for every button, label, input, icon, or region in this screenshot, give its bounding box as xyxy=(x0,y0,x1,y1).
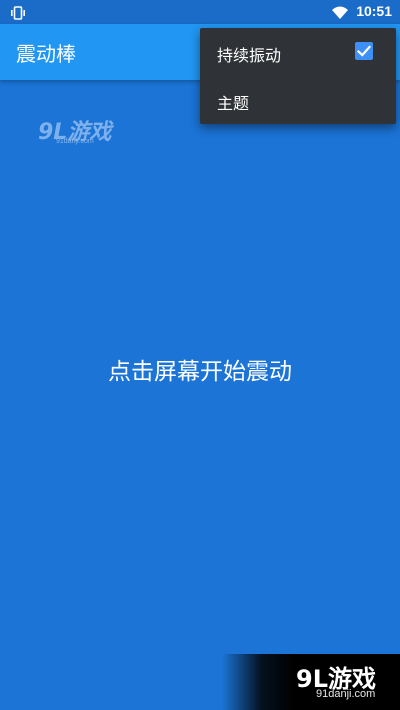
app-screen[interactable]: 10:51 震动棒 9L游戏 91danji.com 点击屏幕开始震动 持续振动… xyxy=(0,0,400,710)
tap-instruction: 点击屏幕开始震动 xyxy=(108,359,292,385)
continuous-vibration-checkbox[interactable] xyxy=(355,42,373,60)
watermark-top-url: 91danji.com xyxy=(56,138,94,145)
checkmark-icon xyxy=(356,45,372,57)
vibrate-icon xyxy=(10,5,26,20)
overflow-menu: 持续振动 主题 xyxy=(200,28,396,124)
app-title: 震动棒 xyxy=(16,42,76,66)
status-time: 10:51 xyxy=(356,3,392,19)
menu-item-theme[interactable]: 主题 xyxy=(200,76,396,124)
watermark-bottom-url: 91danji.com xyxy=(316,688,376,700)
wifi-icon xyxy=(332,5,348,19)
status-bar: 10:51 xyxy=(0,0,400,24)
watermark-logo-top: 9L游戏 91danji.com xyxy=(38,114,138,150)
menu-item-continuous-vibration[interactable]: 持续振动 xyxy=(200,28,396,76)
menu-item-label: 主题 xyxy=(217,94,250,113)
menu-item-label: 持续振动 xyxy=(217,46,282,65)
watermark-logo-bottom: 9L游戏 91danji.com xyxy=(222,654,400,710)
